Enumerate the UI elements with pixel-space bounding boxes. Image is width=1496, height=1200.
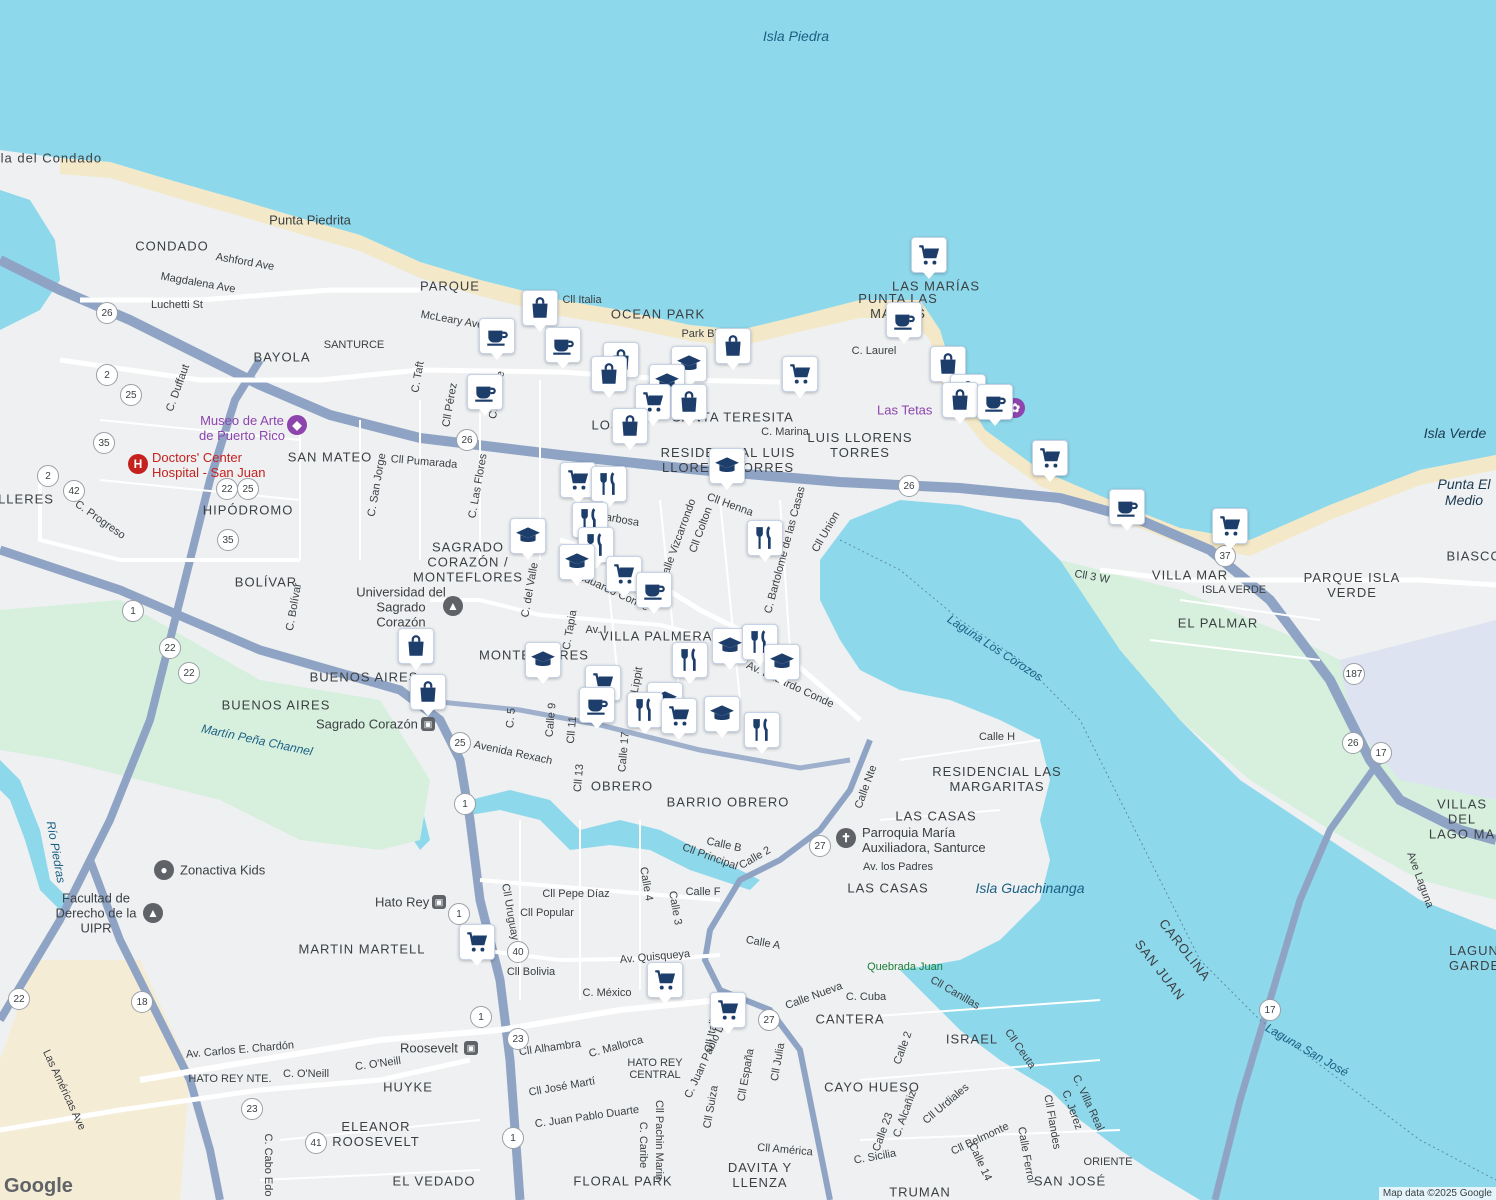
graduation-cap-icon[interactable] (709, 448, 745, 490)
shopping-cart-icon[interactable] (661, 698, 697, 740)
shopping-cart-icon[interactable] (911, 237, 947, 279)
shield-25-a: 25 (120, 384, 142, 406)
shield-1-a: 1 (122, 600, 144, 622)
shopping-bag-icon[interactable] (612, 408, 648, 450)
shopping-cart-icon[interactable] (1212, 508, 1248, 550)
coffee-cup-icon[interactable] (636, 572, 672, 614)
restaurant-icon[interactable] (591, 466, 627, 508)
shield-22-a: 22 (216, 478, 238, 500)
shield-1-c: 1 (448, 903, 470, 925)
shield-40: 40 (507, 941, 529, 963)
shield-17-b: 17 (1259, 999, 1281, 1021)
university-icon-uipr[interactable]: ▲ (143, 903, 163, 923)
map-canvas[interactable]: Isla Piedra Laguna Los Corozos Martín Pe… (0, 0, 1496, 1200)
shield-42: 42 (63, 480, 85, 502)
graduation-cap-icon[interactable] (525, 642, 561, 684)
university-icon[interactable]: ▲ (443, 596, 463, 616)
shield-2-a: 2 (96, 364, 118, 386)
shopping-bag-icon[interactable] (522, 290, 558, 332)
train-icon-hato-rey[interactable]: ▣ (432, 895, 446, 909)
shield-1-b: 1 (454, 793, 476, 815)
graduation-cap-icon[interactable] (764, 644, 800, 686)
train-icon-roosevelt[interactable]: ▣ (464, 1041, 478, 1055)
shopping-bag-icon[interactable] (398, 628, 434, 670)
shield-25-c: 25 (449, 732, 471, 754)
train-icon[interactable]: ▣ (421, 717, 435, 731)
shopping-bag-icon[interactable] (671, 384, 707, 426)
shield-22-d: 22 (8, 988, 30, 1010)
shield-18: 18 (131, 991, 153, 1013)
shield-27-b: 27 (758, 1009, 780, 1031)
shield-1-d: 1 (470, 1006, 492, 1028)
museum-icon[interactable]: ◆ (287, 415, 307, 435)
shield-25-b: 25 (237, 478, 259, 500)
shield-26-b: 26 (456, 429, 478, 451)
shopping-cart-icon[interactable] (459, 924, 495, 966)
coffee-cup-icon[interactable] (1109, 489, 1145, 531)
restaurant-icon[interactable] (627, 692, 663, 734)
google-logo: Google (4, 1175, 73, 1197)
graduation-cap-icon[interactable] (559, 544, 595, 586)
shield-23-b: 23 (241, 1098, 263, 1120)
shopping-cart-icon[interactable] (782, 356, 818, 398)
graduation-cap-icon[interactable] (704, 696, 740, 738)
coffee-cup-icon[interactable] (579, 687, 615, 729)
coffee-cup-icon[interactable] (545, 327, 581, 369)
shield-2-b: 2 (37, 465, 59, 487)
shopping-bag-icon[interactable] (942, 382, 978, 424)
restaurant-icon[interactable] (672, 642, 708, 684)
shopping-bag-icon[interactable] (410, 674, 446, 716)
restaurant-icon[interactable] (747, 520, 783, 562)
shopping-cart-icon[interactable] (710, 992, 746, 1034)
shopping-bag-icon[interactable] (715, 328, 751, 370)
shield-26-d: 26 (1342, 732, 1364, 754)
shield-35-b: 35 (217, 529, 239, 551)
shield-26-c: 26 (898, 475, 920, 497)
shield-35-a: 35 (93, 432, 115, 454)
shield-27-a: 27 (809, 835, 831, 857)
shopping-cart-icon[interactable] (647, 962, 683, 1004)
shield-41: 41 (305, 1132, 327, 1154)
shield-22-c: 22 (178, 662, 200, 684)
church-icon[interactable]: ✝ (836, 828, 856, 848)
restaurant-icon[interactable] (744, 712, 780, 754)
shield-26-a: 26 (96, 302, 118, 324)
coffee-cup-icon[interactable] (467, 374, 503, 416)
coffee-cup-icon[interactable] (977, 384, 1013, 426)
shield-1-e: 1 (502, 1127, 524, 1149)
shield-22-b: 22 (159, 637, 181, 659)
coffee-cup-icon[interactable] (886, 302, 922, 344)
map-attribution[interactable]: Map data ©2025 Google (1378, 1187, 1496, 1200)
place-icon[interactable]: ● (154, 860, 174, 880)
hospital-icon[interactable]: H (128, 454, 148, 474)
shopping-bag-icon[interactable] (591, 356, 627, 398)
shield-17-a: 17 (1370, 742, 1392, 764)
shopping-cart-icon[interactable] (1032, 440, 1068, 482)
coffee-cup-icon[interactable] (479, 318, 515, 360)
shield-187: 187 (1343, 663, 1365, 685)
shield-23-a: 23 (507, 1028, 529, 1050)
graduation-cap-icon[interactable] (510, 518, 546, 560)
